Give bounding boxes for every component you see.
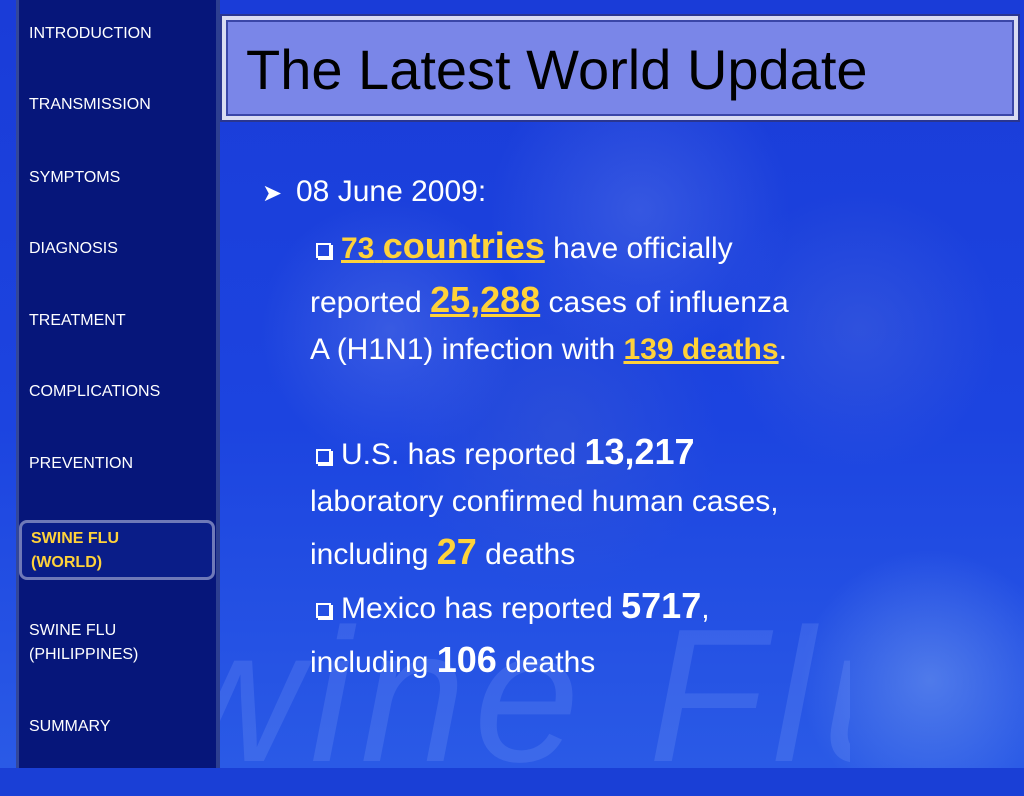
bullet1-reported: reported — [310, 286, 431, 319]
countries-label: countries — [382, 225, 545, 266]
bullet2-deaths-word: deaths — [476, 538, 576, 571]
bullet3-comma: , — [701, 592, 710, 625]
box-bullet-icon — [316, 449, 331, 464]
bullet1-line2: reported 25,288 cases of influenza — [310, 278, 789, 325]
box-bullet-icon — [316, 243, 331, 258]
slide-content: ➤ 08 June 2009: 73 countries have officia… — [0, 0, 1024, 768]
bullet1-period: . — [778, 333, 787, 366]
bullet1-line3: A (H1N1) infection with 139 deaths. — [310, 328, 787, 372]
bullet2-text: U.S. has reported — [341, 438, 585, 471]
bullet2-including: including — [310, 538, 437, 571]
box-bullet-icon — [316, 603, 331, 618]
bullet2-line3: including 27 deaths — [310, 530, 575, 577]
bullet3-text: Mexico has reported — [341, 592, 622, 625]
countries-number: 73 — [341, 232, 375, 265]
bullet2-line1: U.S. has reported 13,217 — [316, 430, 695, 477]
mexico-cases-number: 5717 — [621, 585, 702, 626]
bullet1-text1: have officially — [544, 232, 733, 265]
bullet1-text3: A (H1N1) infection with — [310, 333, 624, 366]
mexico-deaths-number: 106 — [436, 639, 497, 680]
bullet1-line1: 73 countries have officially — [316, 224, 733, 271]
arrow-bullet-icon: ➤ — [262, 180, 283, 207]
bullet2-line2: laboratory confirmed human cases, — [310, 480, 779, 524]
us-cases-number: 13,217 — [584, 431, 695, 472]
bullet3-deaths-word: deaths — [496, 646, 596, 679]
us-deaths-number: 27 — [436, 531, 477, 572]
deaths-count: 139 deaths — [623, 333, 779, 366]
date-line: ➤ 08 June 2009: — [262, 170, 486, 216]
bullet3-including: including — [310, 646, 437, 679]
bullet3-line2: including 106 deaths — [310, 638, 595, 685]
cases-number: 25,288 — [430, 279, 541, 320]
bullet2-text2: laboratory confirmed human cases, — [310, 485, 779, 518]
bullet3-line1: Mexico has reported 5717, — [316, 584, 710, 631]
bullet1-text2: cases of influenza — [540, 286, 789, 319]
date-text: 08 June 2009: — [296, 175, 487, 208]
